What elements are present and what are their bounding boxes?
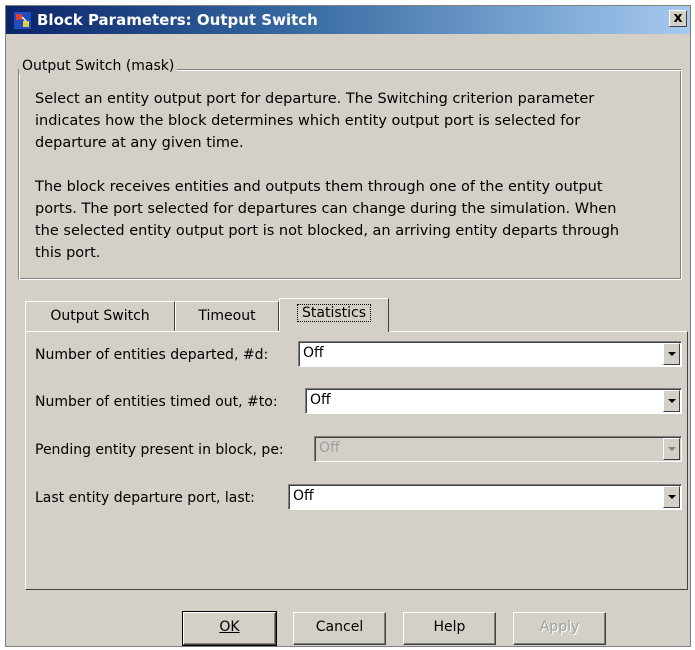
tab-label: Statistics — [297, 304, 371, 322]
tab-output-switch[interactable]: Output Switch — [25, 301, 175, 331]
last-departure-port-dropdown[interactable]: Off — [288, 484, 682, 510]
dropdown-value: Off — [303, 345, 324, 361]
entities-departed-dropdown[interactable]: Off — [298, 341, 682, 367]
entities-timed-out-dropdown[interactable]: Off — [305, 388, 682, 414]
description-line: this port. — [35, 245, 101, 261]
mask-group-title: Output Switch (mask) — [19, 58, 178, 74]
tab-label: Timeout — [198, 308, 256, 324]
help-button-label: Help — [433, 619, 466, 635]
entities-departed-label: Number of entities departed, #d: — [35, 347, 269, 363]
description-line: ports. The port selected for departures … — [35, 201, 617, 217]
chevron-down-icon[interactable] — [663, 343, 680, 365]
chevron-down-icon[interactable] — [663, 486, 680, 508]
chevron-down-icon — [663, 438, 680, 460]
description-line: the selected entity output port is not b… — [35, 223, 620, 239]
entities-timed-out-label: Number of entities timed out, #to: — [35, 394, 278, 410]
pending-entity-dropdown: Off — [314, 436, 682, 462]
description-line: departure at any given time. — [35, 135, 244, 151]
dropdown-value: Off — [310, 392, 331, 408]
tab-label: Output Switch — [50, 308, 150, 324]
cancel-button[interactable]: Cancel — [293, 612, 386, 645]
tab-timeout[interactable]: Timeout — [175, 301, 279, 331]
help-button[interactable]: Help — [403, 612, 496, 645]
title-bar[interactable]: Block Parameters: Output Switch x — [6, 6, 690, 34]
ok-button[interactable]: OK — [182, 611, 277, 646]
description-line: indicates how the block determines which… — [35, 113, 581, 129]
dropdown-value: Off — [293, 488, 314, 504]
apply-button: Apply — [513, 612, 606, 645]
simulink-block-icon — [14, 12, 31, 29]
pending-entity-label: Pending entity present in block, pe: — [35, 442, 284, 458]
close-icon: x — [673, 10, 683, 26]
close-button[interactable]: x — [669, 10, 687, 27]
cancel-button-label: Cancel — [315, 619, 364, 635]
description-line: The block receives entities and outputs … — [35, 179, 603, 195]
apply-button-label: Apply — [539, 619, 580, 635]
chevron-down-icon[interactable] — [663, 390, 680, 412]
ok-button-label: OK — [219, 619, 240, 635]
last-departure-port-label: Last entity departure port, last: — [35, 490, 255, 506]
description-line: Select an entity output port for departu… — [35, 91, 595, 107]
dropdown-value: Off — [319, 440, 340, 456]
description-paragraph-1: Select an entity output port for departu… — [35, 88, 675, 154]
dialog-window: Block Parameters: Output Switch x Output… — [5, 5, 691, 647]
tab-statistics[interactable]: Statistics — [279, 298, 389, 332]
dialog-title: Block Parameters: Output Switch — [37, 11, 318, 29]
description-paragraph-2: The block receives entities and outputs … — [35, 176, 675, 264]
